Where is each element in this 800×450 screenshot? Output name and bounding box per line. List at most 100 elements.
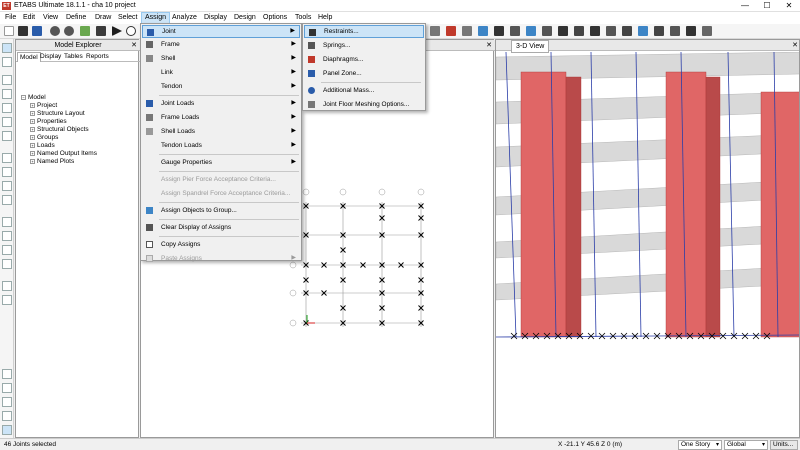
brace-icon[interactable] bbox=[622, 26, 632, 36]
3d-view-canvas[interactable] bbox=[496, 52, 800, 438]
lock-icon[interactable] bbox=[80, 26, 90, 36]
draw-rectangle-icon[interactable] bbox=[2, 167, 12, 177]
pointer-icon[interactable] bbox=[2, 43, 12, 53]
column-icon[interactable] bbox=[590, 26, 600, 36]
wall-icon[interactable] bbox=[654, 26, 664, 36]
menu-item-frame[interactable]: Frame ▶ bbox=[142, 38, 300, 51]
draw-section-cut-icon[interactable] bbox=[2, 281, 12, 291]
save-icon[interactable] bbox=[32, 26, 42, 36]
frame-icon[interactable] bbox=[574, 26, 584, 36]
maximize-button[interactable]: ☐ bbox=[756, 0, 778, 12]
display-icon[interactable] bbox=[430, 26, 440, 36]
draw-wall-icon[interactable] bbox=[2, 181, 12, 191]
expand-icon[interactable]: + bbox=[30, 150, 35, 156]
menu-item-copy-assigns[interactable]: Copy Assigns bbox=[142, 238, 300, 251]
tab-reports[interactable]: Reports bbox=[84, 52, 111, 62]
menu-item-tendon[interactable]: Tendon ▶ bbox=[142, 80, 300, 93]
expand-icon[interactable]: + bbox=[30, 102, 35, 108]
run-analysis-icon[interactable] bbox=[112, 26, 122, 36]
beam-icon[interactable] bbox=[606, 26, 616, 36]
reshape-icon[interactable] bbox=[2, 57, 12, 67]
menu-item-panel-zone[interactable]: Panel Zone... bbox=[304, 67, 424, 80]
expand-icon[interactable]: + bbox=[30, 110, 35, 116]
set-display-icon[interactable] bbox=[542, 26, 552, 36]
story-dropdown[interactable]: One Story ▾ bbox=[678, 440, 722, 450]
design-check-icon[interactable] bbox=[446, 26, 456, 36]
menu-item-shell-loads[interactable]: Shell Loads ▶ bbox=[142, 125, 300, 138]
expand-icon[interactable]: + bbox=[30, 134, 35, 140]
draw-column-icon[interactable] bbox=[2, 103, 12, 113]
shrink-icon[interactable] bbox=[558, 26, 568, 36]
zoom-icon[interactable] bbox=[126, 26, 136, 36]
tree-item-groups[interactable]: + Groups bbox=[30, 134, 58, 142]
3d-view-close-icon[interactable]: ✕ bbox=[792, 41, 798, 49]
menu-item-diaphragms[interactable]: Diaphragms... bbox=[304, 53, 424, 66]
snap-points-icon[interactable] bbox=[2, 369, 12, 379]
edit-icon[interactable] bbox=[96, 26, 106, 36]
plan-view-close-icon[interactable]: ✕ bbox=[486, 41, 492, 49]
draw-tendon-icon[interactable] bbox=[2, 231, 12, 241]
link-icon[interactable] bbox=[686, 26, 696, 36]
draw-frame-icon[interactable] bbox=[2, 89, 12, 99]
open-icon[interactable] bbox=[18, 26, 28, 36]
plan-view-icon[interactable] bbox=[510, 26, 520, 36]
tab-display[interactable]: Display bbox=[38, 52, 63, 62]
tree-item-named-plots[interactable]: + Named Plots bbox=[30, 158, 74, 166]
coord-system-dropdown[interactable]: Global ▾ bbox=[724, 440, 768, 450]
menu-item-assign-to-group[interactable]: Assign Objects to Group... bbox=[142, 204, 300, 217]
opening-icon[interactable] bbox=[670, 26, 680, 36]
draw-link-icon[interactable] bbox=[2, 217, 12, 227]
snap-perpendicular-icon[interactable] bbox=[2, 411, 12, 421]
menu-item-clear-display[interactable]: Clear Display of Assigns bbox=[142, 221, 300, 234]
menu-select[interactable]: Select bbox=[115, 12, 140, 24]
units-button[interactable]: Units... bbox=[770, 440, 798, 450]
redo-icon[interactable] bbox=[64, 26, 74, 36]
menu-item-frame-loads[interactable]: Frame Loads ▶ bbox=[142, 111, 300, 124]
snap-intersections-icon[interactable] bbox=[2, 397, 12, 407]
expand-icon[interactable]: + bbox=[30, 126, 35, 132]
tab-tables[interactable]: Tables bbox=[62, 52, 85, 62]
menu-item-gauge-properties[interactable]: Gauge Properties ▶ bbox=[142, 156, 300, 169]
new-model-icon[interactable] bbox=[4, 26, 14, 36]
menu-item-shell[interactable]: Shell ▶ bbox=[142, 52, 300, 65]
expand-icon[interactable]: + bbox=[30, 118, 35, 124]
menu-item-joint-loads[interactable]: Joint Loads ▶ bbox=[142, 97, 300, 110]
slab-icon[interactable] bbox=[638, 26, 648, 36]
draw-developed-elevation-icon[interactable] bbox=[2, 295, 12, 305]
grid-icon[interactable] bbox=[494, 26, 504, 36]
tree-item-properties[interactable]: + Properties bbox=[30, 118, 67, 126]
tree-item-structural-objects[interactable]: + Structural Objects bbox=[30, 126, 89, 134]
menu-define[interactable]: Define bbox=[63, 12, 89, 24]
minimize-button[interactable]: — bbox=[734, 0, 756, 12]
draw-beam-icon[interactable] bbox=[2, 117, 12, 127]
draw-grid-icon[interactable] bbox=[2, 259, 12, 269]
expand-icon[interactable]: + bbox=[30, 142, 35, 148]
draw-opening-icon[interactable] bbox=[2, 195, 12, 205]
tree-item-loads[interactable]: + Loads bbox=[30, 142, 55, 150]
expand-icon[interactable]: + bbox=[30, 158, 35, 164]
menu-file[interactable]: File bbox=[2, 12, 19, 24]
draw-brace-icon[interactable] bbox=[2, 131, 12, 141]
menu-item-additional-mass[interactable]: Additional Mass... bbox=[304, 84, 424, 97]
menu-item-restraints[interactable]: Restraints... bbox=[304, 25, 424, 38]
menu-item-floor-meshing[interactable]: Joint Floor Meshing Options... bbox=[304, 98, 424, 111]
tendon-icon[interactable] bbox=[702, 26, 712, 36]
3d-view-window[interactable]: 3-D View ✕ bbox=[495, 39, 800, 438]
tree-item-named-output-items[interactable]: + Named Output Items bbox=[30, 150, 97, 158]
elevation-view-icon[interactable] bbox=[526, 26, 536, 36]
menu-item-joint[interactable]: Joint ▶ bbox=[142, 25, 300, 38]
view-3d-icon[interactable] bbox=[478, 26, 488, 36]
menu-view[interactable]: View bbox=[40, 12, 61, 24]
view-icon[interactable] bbox=[462, 26, 472, 36]
close-button[interactable]: ✕ bbox=[778, 0, 800, 12]
menu-draw[interactable]: Draw bbox=[92, 12, 114, 24]
menu-item-link[interactable]: Link ▶ bbox=[142, 66, 300, 79]
menu-item-springs[interactable]: Springs... bbox=[304, 39, 424, 52]
tree-root[interactable]: − Model bbox=[21, 94, 46, 102]
menu-item-tendon-loads[interactable]: Tendon Loads ▶ bbox=[142, 139, 300, 152]
menu-edit[interactable]: Edit bbox=[20, 12, 38, 24]
tree-item-project[interactable]: + Project bbox=[30, 102, 57, 110]
tree-item-structure-layout[interactable]: + Structure Layout bbox=[30, 110, 85, 118]
snap-lines-icon[interactable] bbox=[2, 425, 12, 435]
explorer-close-icon[interactable]: ✕ bbox=[131, 40, 137, 51]
